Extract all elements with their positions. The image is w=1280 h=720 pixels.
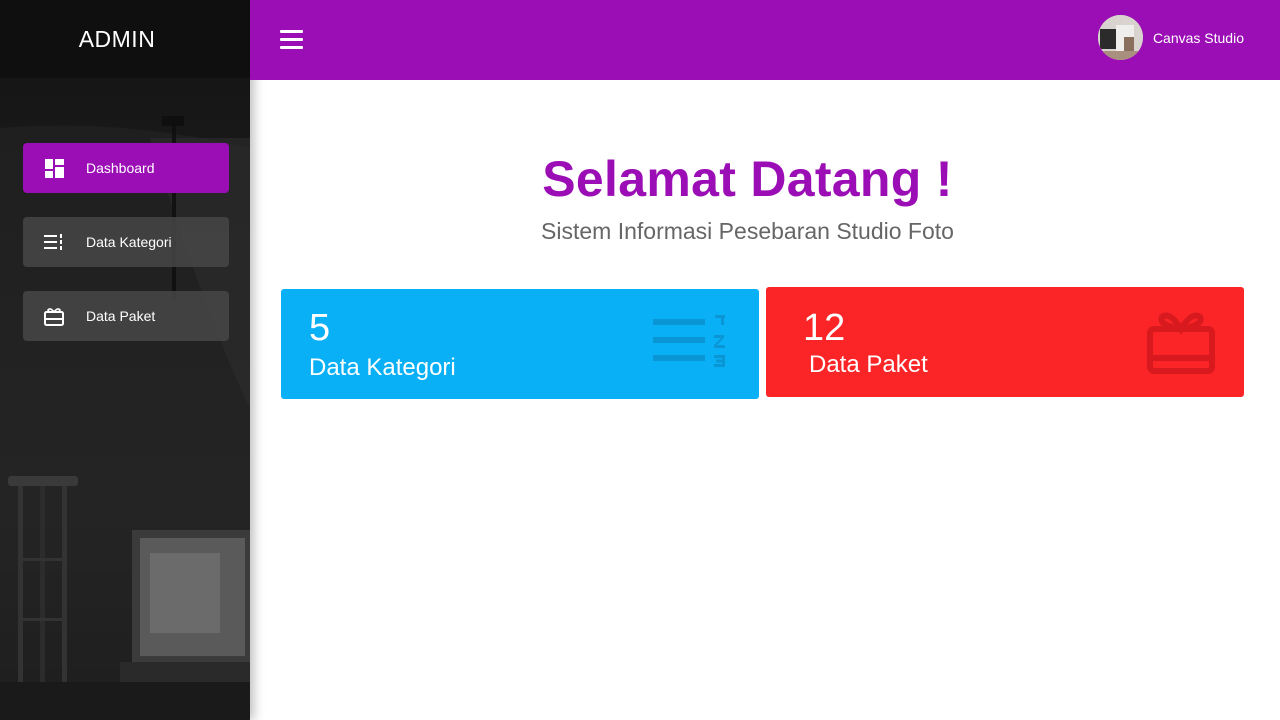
hamburger-icon[interactable] <box>280 30 304 50</box>
dashboard-icon <box>43 157 65 179</box>
sidebar: ADMIN Dashboard Data Kategori Data Paket <box>0 0 250 720</box>
user-name: Canvas Studio <box>1152 29 1244 46</box>
top-bar: Canvas Studio <box>250 0 1280 80</box>
sidebar-item-data-kategori[interactable]: Data Kategori <box>23 217 229 267</box>
sidebar-item-label: Data Kategori <box>86 234 172 250</box>
card-label: Data Paket <box>809 351 928 378</box>
sidebar-item-label: Dashboard <box>86 160 155 176</box>
gift-card-icon <box>43 305 65 327</box>
gift-card-icon <box>1147 312 1215 374</box>
list-numbered-icon <box>43 231 65 253</box>
avatar <box>1097 15 1143 60</box>
card-data-kategori[interactable]: 5 Data Kategori <box>281 289 759 399</box>
card-count: 5 <box>309 307 331 349</box>
sidebar-item-dashboard[interactable]: Dashboard <box>23 143 229 193</box>
list-numbered-icon <box>653 315 725 367</box>
user-menu[interactable]: Canvas Studio <box>1097 15 1244 60</box>
card-label: Data Kategori <box>309 354 456 381</box>
card-count: 12 <box>803 307 846 349</box>
page-subtitle: Sistem Informasi Pesebaran Studio Foto <box>541 218 954 244</box>
page-title: Selamat Datang ! <box>542 151 953 207</box>
sidebar-menu: Dashboard Data Kategori Data Paket <box>23 143 229 365</box>
sidebar-brand: ADMIN <box>0 0 250 78</box>
sidebar-item-data-paket[interactable]: Data Paket <box>23 291 229 341</box>
card-data-paket[interactable]: 12 Data Paket <box>766 287 1244 397</box>
sidebar-item-label: Data Paket <box>86 308 156 324</box>
